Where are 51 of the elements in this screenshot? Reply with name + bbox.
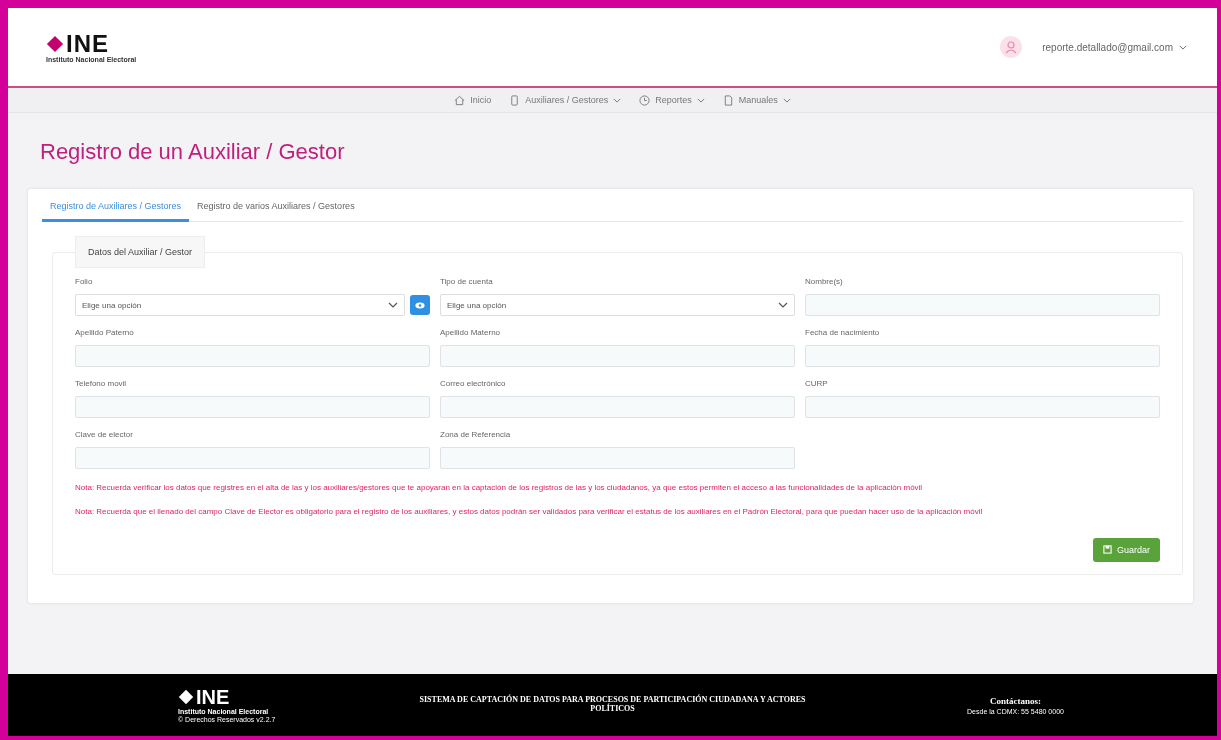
field-label: CURP bbox=[805, 379, 829, 388]
input-field[interactable] bbox=[805, 294, 1160, 316]
input-field[interactable] bbox=[805, 345, 1160, 367]
input-field[interactable] bbox=[75, 447, 430, 469]
field-label: Fecha de nacimiento bbox=[805, 328, 881, 337]
caret-icon bbox=[778, 302, 788, 308]
input-field[interactable] bbox=[440, 345, 795, 367]
save-button[interactable]: Guardar bbox=[1092, 537, 1160, 562]
user-avatar-icon[interactable] bbox=[1000, 36, 1023, 58]
field-label: Nombre(s) bbox=[805, 277, 844, 286]
note-text: Nota: Recuerda que el llenado del campo Clave de Elector es obligatorio para el registro de los auxiliares, y estos datos podrán ser validados para verificar el estatus de los auxiliares en el Padrón Electoral, para que puedan hacer uso de la aplicación móvil bbox=[75, 507, 984, 518]
note-text: Nota: Recuerda verificar los datos que registres en el alta de las y los auxiliares/gestores que te apoyaran en la captación de los registros de las y los ciudadanos, ya que estos permiten el acceso a las funcionalidades de la aplicación móvil bbox=[75, 483, 924, 494]
field-label: Zona de Referencia bbox=[440, 430, 512, 439]
user-menu[interactable]: reporte.detallado@gmail.com bbox=[1042, 41, 1187, 53]
input-field[interactable] bbox=[805, 396, 1160, 418]
select-field[interactable]: Elige una opción bbox=[440, 294, 795, 316]
field-label: Apellido Materno bbox=[440, 328, 502, 337]
tab[interactable]: Registro de Auxiliares / Gestores bbox=[42, 197, 190, 222]
section-title: Datos del Auxiliar / Gestor bbox=[75, 236, 206, 268]
nav-link[interactable]: Manuales bbox=[722, 94, 791, 106]
field-label: Apellido Paterno bbox=[75, 328, 135, 337]
field-label: Folio bbox=[75, 277, 94, 286]
field-label: Telefono movil bbox=[75, 379, 128, 388]
phone-icon bbox=[509, 94, 521, 106]
clock-icon bbox=[639, 94, 651, 106]
logo-text: INE bbox=[66, 31, 109, 56]
input-field[interactable] bbox=[440, 396, 795, 418]
nav-link[interactable]: Reportes bbox=[639, 94, 705, 106]
home-icon bbox=[454, 94, 466, 106]
field-label: Clave de elector bbox=[75, 430, 134, 439]
field-label: Correo electrónico bbox=[440, 379, 507, 388]
input-field[interactable] bbox=[75, 396, 430, 418]
view-button[interactable] bbox=[410, 295, 430, 315]
page-title: Registro de un Auxiliar / Gestor bbox=[40, 139, 346, 165]
diamond-logo-icon bbox=[46, 34, 64, 53]
logo-text: INE bbox=[196, 687, 230, 707]
eye-icon bbox=[415, 301, 425, 309]
document-icon bbox=[722, 94, 734, 106]
nav-link[interactable]: Auxiliares / Gestores bbox=[509, 94, 622, 106]
input-field[interactable] bbox=[440, 447, 795, 469]
input-field[interactable] bbox=[75, 345, 430, 367]
system-title: SISTEMA DE CAPTACIÓN DE DATOS PARA PROCESOS DE PARTICIPACIÓN CIUDADANA Y ACTORES POLÍTICOS bbox=[418, 696, 807, 714]
select-field[interactable]: Elige una opción bbox=[75, 294, 405, 316]
caret-icon bbox=[1179, 44, 1187, 50]
nav-link[interactable]: Inicio bbox=[454, 94, 492, 106]
tab[interactable]: Registro de varios Auxiliares / Gestores bbox=[189, 197, 363, 222]
save-icon bbox=[1102, 545, 1112, 555]
caret-icon bbox=[388, 302, 398, 308]
field-label: Tipo de cuenta bbox=[440, 277, 494, 286]
contact-title: Contáctanos: bbox=[990, 695, 1041, 706]
diamond-logo-icon bbox=[178, 689, 194, 705]
